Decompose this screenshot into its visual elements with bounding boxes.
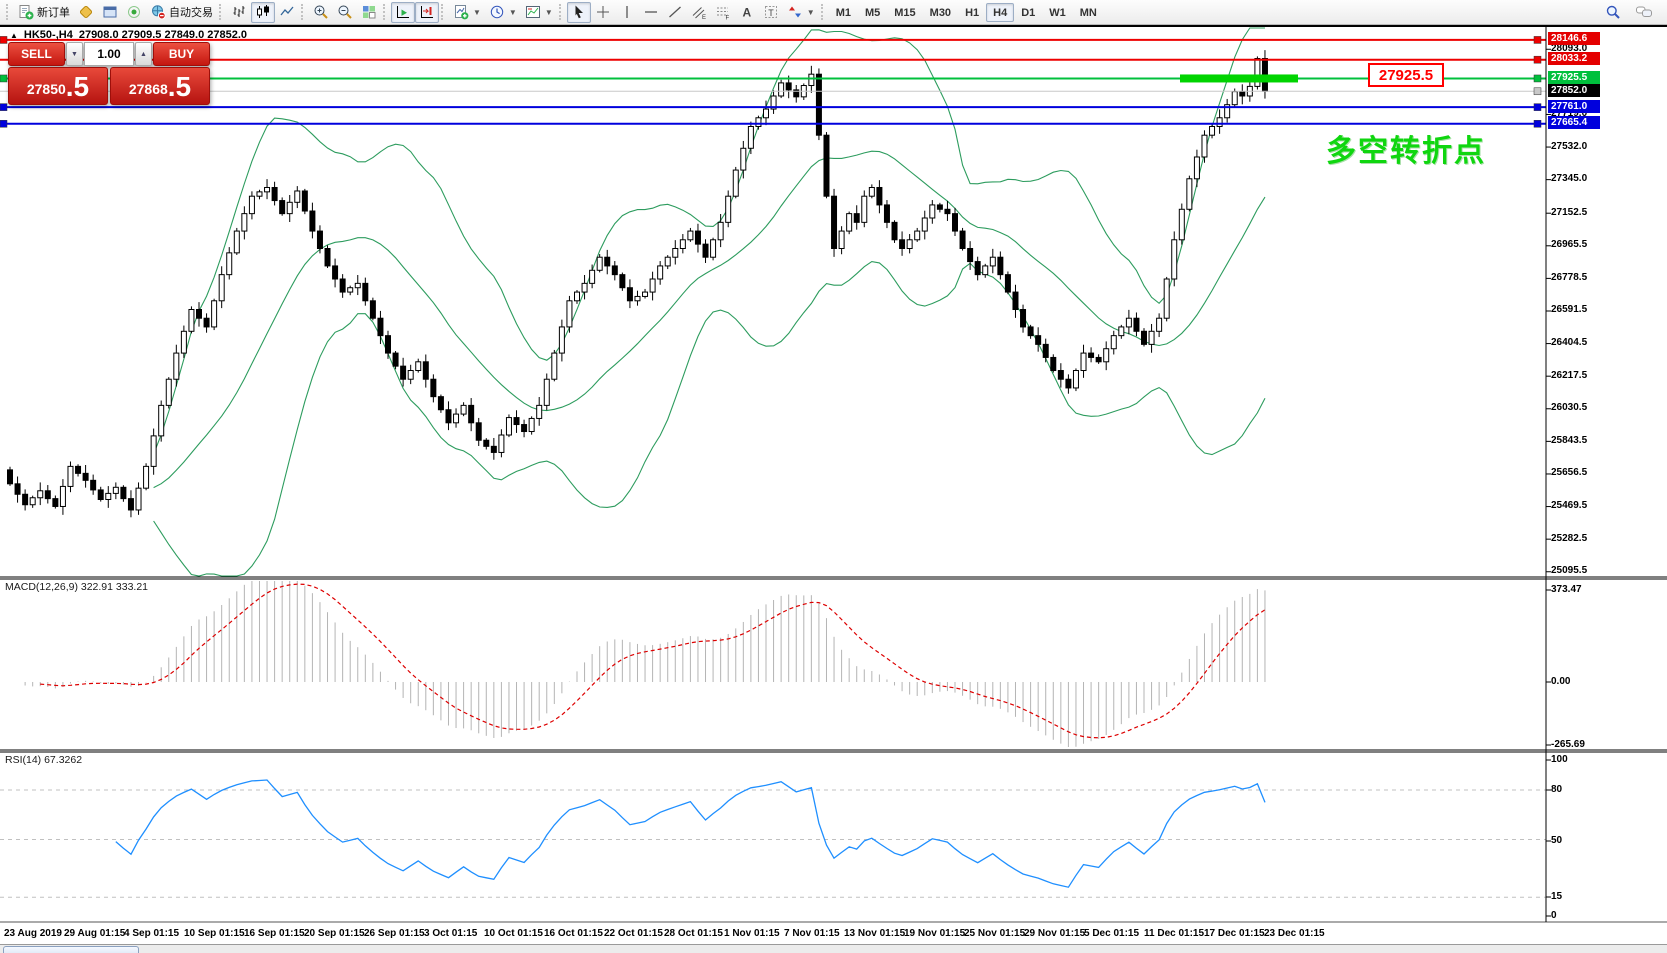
rsi-axis-label: 50 bbox=[1551, 835, 1563, 846]
rsi-label: RSI(14) 67.3262 bbox=[5, 754, 83, 766]
volume-decrease-button[interactable]: ▼ bbox=[66, 42, 83, 66]
time-axis-label: 10 Sep 01:15 bbox=[184, 928, 245, 939]
chart-tab-bar bbox=[0, 944, 1667, 953]
time-axis-label: 3 Oct 01:15 bbox=[424, 928, 478, 939]
mt4-terminal: 新订单 自动交易 ▼ ▼ ▼ E F A T ▼ M1 M5 M15 M30 H… bbox=[0, 0, 1667, 953]
time-axis-label: 26 Sep 01:15 bbox=[364, 928, 425, 939]
volume-increase-button[interactable]: ▲ bbox=[135, 42, 152, 66]
time-axis-label: 16 Sep 01:15 bbox=[244, 928, 305, 939]
symbol-period-label: HK50-,H4 bbox=[23, 29, 73, 41]
time-axis-label: 4 Sep 01:15 bbox=[124, 928, 180, 939]
sell-button[interactable]: SELL bbox=[8, 42, 65, 66]
collapse-arrow-icon[interactable]: ▲ bbox=[10, 31, 18, 40]
time-axis-label: 23 Dec 01:15 bbox=[1264, 928, 1325, 939]
macd-axis-label: 0.00 bbox=[1551, 676, 1571, 687]
one-click-trade-panel: SELL ▼ 1.00 ▲ BUY 27850 .5 27868 .5 bbox=[8, 42, 210, 105]
price-tick: 25656.5 bbox=[1551, 467, 1588, 479]
time-axis-label: 29 Aug 01:15 bbox=[64, 928, 126, 939]
buy-price-dec: .5 bbox=[167, 71, 192, 102]
time-axis-label: 5 Dec 01:15 bbox=[1084, 928, 1140, 939]
price-tick: 26591.5 bbox=[1551, 304, 1588, 316]
time-axis-label: 10 Oct 01:15 bbox=[484, 928, 543, 939]
price-tick: 27152.5 bbox=[1551, 206, 1588, 218]
chart-tab[interactable] bbox=[3, 946, 139, 953]
price-tick: 25095.5 bbox=[1551, 565, 1588, 577]
time-axis-label: 29 Nov 01:15 bbox=[1024, 928, 1086, 939]
volume-input[interactable]: 1.00 bbox=[84, 42, 134, 66]
time-axis-label: 28 Oct 01:15 bbox=[664, 928, 723, 939]
chinese-annotation: 多空转折点 bbox=[1326, 135, 1486, 168]
rsi-axis-label: 80 bbox=[1551, 784, 1563, 795]
price-line-label: 27761.0 bbox=[1548, 99, 1600, 113]
time-axis-label: 17 Dec 01:15 bbox=[1204, 928, 1265, 939]
price-tick: 26778.5 bbox=[1551, 271, 1588, 283]
rsi-axis-label: 15 bbox=[1551, 891, 1563, 902]
price-annotation-box[interactable]: 27925.5 bbox=[1368, 63, 1444, 87]
time-axis-label: 7 Nov 01:15 bbox=[784, 928, 840, 939]
sell-price-dec: .5 bbox=[65, 71, 90, 102]
time-axis-label: 1 Nov 01:15 bbox=[724, 928, 780, 939]
ohlc-values: 27908.0 27909.5 27849.0 27852.0 bbox=[78, 29, 248, 41]
price-tick: 26217.5 bbox=[1551, 369, 1588, 381]
time-axis-label: 19 Nov 01:15 bbox=[904, 928, 966, 939]
sell-price-int: 27850 bbox=[26, 81, 66, 97]
chart-title: ▲ HK50-,H4 27908.0 27909.5 27849.0 27852… bbox=[10, 29, 247, 41]
time-axis-label: 20 Sep 01:15 bbox=[304, 928, 365, 939]
time-axis-label: 22 Oct 01:15 bbox=[604, 928, 663, 939]
price-line-label: 28033.2 bbox=[1548, 52, 1600, 66]
buy-price-int: 27868 bbox=[128, 81, 168, 97]
time-axis-label: 25 Nov 01:15 bbox=[964, 928, 1026, 939]
buy-button[interactable]: BUY bbox=[153, 42, 210, 66]
price-tick: 27345.0 bbox=[1551, 173, 1588, 185]
sell-price-button[interactable]: 27850 .5 bbox=[8, 67, 108, 105]
price-line-label: 27665.4 bbox=[1548, 116, 1600, 130]
price-tick: 26404.5 bbox=[1551, 337, 1588, 349]
time-axis-label: 16 Oct 01:15 bbox=[544, 928, 603, 939]
time-axis-label: 23 Aug 2019 bbox=[4, 928, 62, 939]
price-line-label: 27925.5 bbox=[1548, 70, 1600, 84]
rsi-axis-label: 0 bbox=[1551, 910, 1557, 921]
buy-price-button[interactable]: 27868 .5 bbox=[110, 67, 210, 105]
macd-axis-label: 373.47 bbox=[1551, 584, 1582, 595]
price-tick: 27532.0 bbox=[1551, 140, 1588, 152]
price-line-label: 28146.6 bbox=[1548, 32, 1600, 46]
macd-label: MACD(12,26,9) 322.91 333.21 bbox=[5, 581, 149, 593]
price-tick: 25469.5 bbox=[1551, 500, 1588, 512]
price-tick: 25843.5 bbox=[1551, 434, 1588, 446]
time-axis-label: 11 Dec 01:15 bbox=[1144, 928, 1205, 939]
price-tick: 26030.5 bbox=[1551, 402, 1588, 414]
price-tick: 25282.5 bbox=[1551, 532, 1588, 544]
macd-axis-label: -265.69 bbox=[1551, 739, 1585, 750]
time-axis-label: 13 Nov 01:15 bbox=[844, 928, 906, 939]
price-tick: 26965.5 bbox=[1551, 239, 1588, 251]
price-line-label: 27852.0 bbox=[1548, 83, 1600, 97]
chart-window[interactable]: ▲ HK50-,H4 27908.0 27909.5 27849.0 27852… bbox=[0, 25, 1667, 953]
rsi-axis-label: 100 bbox=[1551, 754, 1568, 765]
